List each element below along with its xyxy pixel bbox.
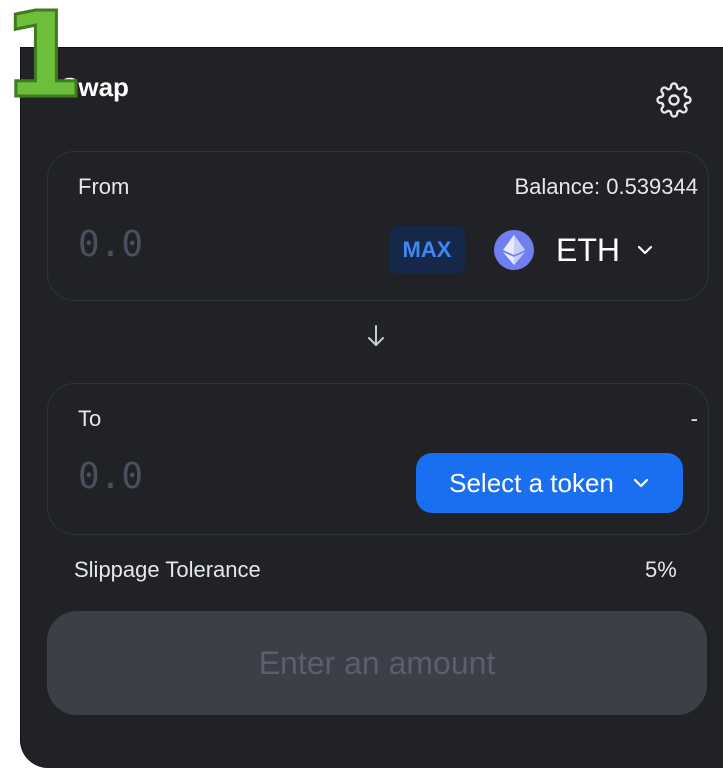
from-token-selector[interactable]: ETH (494, 226, 654, 274)
swap-panel: Swap From Balance: 0.539344 MAX ETH (20, 47, 723, 768)
from-token-symbol: ETH (556, 231, 620, 268)
select-token-label: Select a token (449, 467, 614, 498)
max-button[interactable]: MAX (389, 226, 465, 274)
enter-amount-button[interactable]: Enter an amount (47, 611, 707, 715)
chevron-down-icon (633, 478, 648, 488)
to-amount-input[interactable] (78, 456, 328, 497)
select-token-button[interactable]: Select a token (416, 453, 683, 513)
to-balance: - (690, 406, 698, 431)
to-label: To (78, 406, 102, 431)
to-card: To - Select a token (47, 383, 709, 535)
gear-icon[interactable] (656, 82, 692, 118)
from-amount-input[interactable] (78, 224, 328, 265)
ethereum-icon (494, 230, 534, 270)
from-balance: Balance: 0.539344 (514, 174, 699, 199)
slippage-label: Slippage Tolerance (74, 557, 261, 582)
from-card: From Balance: 0.539344 MAX ETH (47, 151, 709, 301)
chevron-down-icon (637, 245, 653, 255)
slippage-value[interactable]: 5% (645, 557, 677, 583)
from-label: From (78, 174, 130, 199)
arrow-down-icon[interactable] (364, 323, 388, 349)
step-number-badge: 1 (0, 0, 85, 124)
